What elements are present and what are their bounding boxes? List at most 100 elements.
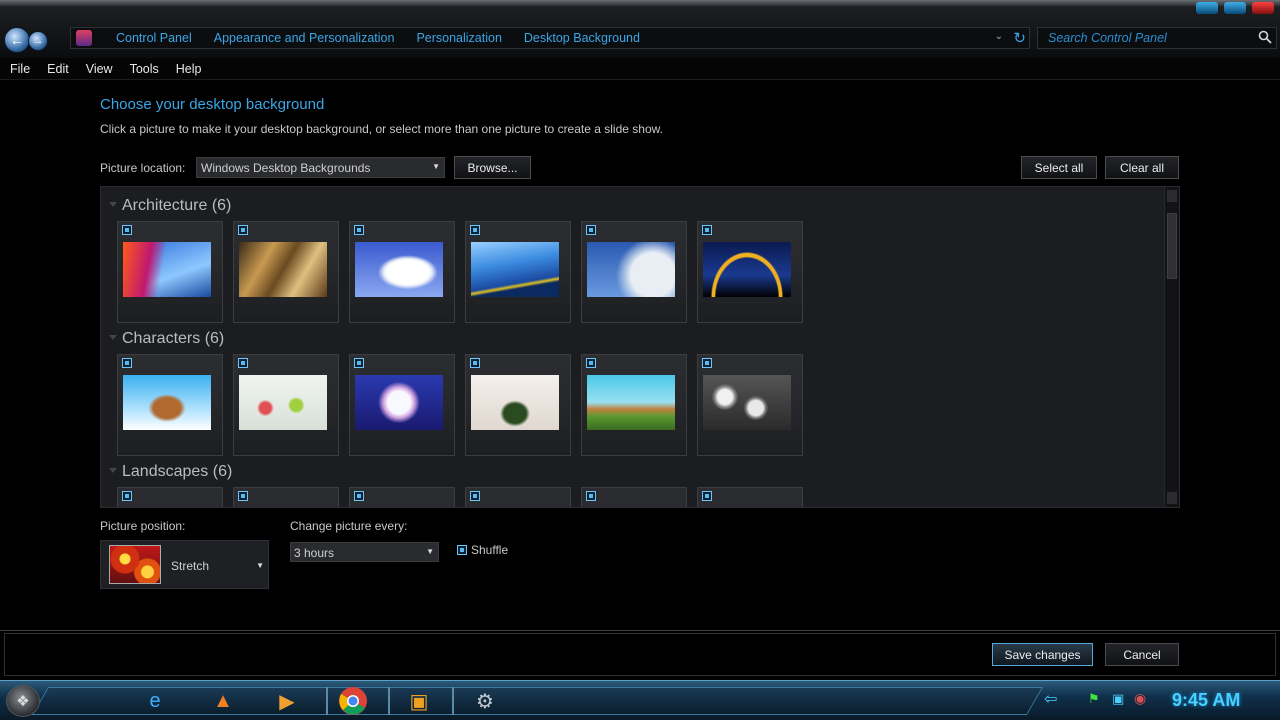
chrome-icon[interactable] <box>336 685 370 717</box>
page-description: Click a picture to make it your desktop … <box>100 122 663 136</box>
picture-location-select[interactable]: Windows Desktop Backgrounds ▼ <box>196 157 445 178</box>
wallpaper-tile[interactable] <box>465 487 571 507</box>
tile-checkbox[interactable] <box>122 358 132 368</box>
menu-help[interactable]: Help <box>176 62 202 76</box>
tile-checkbox[interactable] <box>702 358 712 368</box>
address-bar[interactable]: Control Panel Appearance and Personaliza… <box>70 27 1030 49</box>
collapse-triangle-icon[interactable] <box>109 468 117 473</box>
tile-checkbox[interactable] <box>586 225 596 235</box>
tile-checkbox[interactable] <box>702 225 712 235</box>
wallpaper-tile[interactable] <box>697 487 803 507</box>
breadcrumb-personalization[interactable]: Personalization <box>416 31 501 45</box>
select-all-button[interactable]: Select all <box>1021 156 1097 179</box>
media-app-icon[interactable]: ▲ <box>206 685 240 717</box>
menu-tools[interactable]: Tools <box>130 62 159 76</box>
tile-checkbox[interactable] <box>238 225 248 235</box>
scroll-up-button[interactable] <box>1167 190 1177 202</box>
wallpaper-tile[interactable] <box>465 354 571 456</box>
breadcrumb-control-panel[interactable]: Control Panel <box>116 31 192 45</box>
wallpaper-tile[interactable] <box>349 221 455 323</box>
search-input[interactable] <box>1038 28 1253 48</box>
tile-checkbox[interactable] <box>354 491 364 501</box>
taskbar-clock[interactable]: 9:45 AM <box>1172 690 1240 711</box>
collapse-triangle-icon[interactable] <box>109 202 117 207</box>
save-changes-button[interactable]: Save changes <box>992 643 1093 666</box>
forward-button[interactable]: → <box>28 31 48 51</box>
wallpaper-tile[interactable] <box>465 221 571 323</box>
back-button[interactable]: ← <box>4 27 30 53</box>
tile-checkbox[interactable] <box>586 491 596 501</box>
change-picture-select[interactable]: 3 hours ▼ <box>290 542 439 562</box>
tile-checkbox[interactable] <box>470 225 480 235</box>
title-bar: ← → Control Panel Appearance and Persona… <box>0 0 1280 58</box>
change-picture-value: 3 hours <box>294 546 335 560</box>
wallpaper-tile[interactable] <box>697 221 803 323</box>
search-icon[interactable] <box>1258 30 1272 44</box>
flag-icon[interactable]: ⚑ <box>1088 691 1100 707</box>
wallpaper-tile[interactable] <box>581 354 687 456</box>
group-title-landscapes[interactable]: Landscapes (6) <box>122 463 232 481</box>
wallpaper-tile[interactable] <box>117 354 223 456</box>
shuffle-checkbox[interactable] <box>457 545 467 555</box>
tray-arrow-icon[interactable]: ⇦ <box>1044 689 1057 709</box>
tile-checkbox[interactable] <box>470 358 480 368</box>
internet-explorer-icon[interactable]: e <box>138 685 172 717</box>
chrome-logo-icon <box>339 687 367 715</box>
close-button[interactable] <box>1252 2 1274 14</box>
scroll-thumb[interactable] <box>1167 213 1177 279</box>
browse-button[interactable]: Browse... <box>454 156 531 179</box>
tile-checkbox[interactable] <box>238 358 248 368</box>
window-app-icon[interactable]: ▣ <box>402 685 436 717</box>
taskbar-separator <box>326 687 328 715</box>
start-button[interactable]: ❖ <box>6 685 40 717</box>
tile-checkbox[interactable] <box>238 491 248 501</box>
dropdown-arrow-icon: ▼ <box>256 561 264 570</box>
control-panel-taskbar-icon[interactable]: ⚙ <box>468 685 502 717</box>
group-title-architecture[interactable]: Architecture (6) <box>122 197 231 215</box>
menu-file[interactable]: File <box>10 62 30 76</box>
cancel-button[interactable]: Cancel <box>1105 643 1179 666</box>
tile-checkbox[interactable] <box>354 225 364 235</box>
breadcrumb-desktop-background[interactable]: Desktop Background <box>524 31 640 45</box>
volume-icon[interactable]: ◉ <box>1134 690 1146 707</box>
clear-all-button[interactable]: Clear all <box>1105 156 1179 179</box>
wallpaper-tile[interactable] <box>233 354 339 456</box>
tile-checkbox[interactable] <box>586 358 596 368</box>
wallpaper-tile[interactable] <box>233 487 339 507</box>
wallpaper-thumbnail <box>471 242 559 297</box>
wallpaper-thumbnail <box>587 375 675 430</box>
breadcrumb-appearance[interactable]: Appearance and Personalization <box>214 31 395 45</box>
picture-position-select[interactable]: Stretch ▼ <box>100 540 269 589</box>
wallpaper-thumbnail <box>123 375 211 430</box>
group-title-characters[interactable]: Characters (6) <box>122 330 224 348</box>
tile-checkbox[interactable] <box>470 491 480 501</box>
tile-checkbox[interactable] <box>354 358 364 368</box>
shuffle-label[interactable]: Shuffle <box>471 543 508 557</box>
search-box <box>1037 27 1277 49</box>
wallpaper-tile[interactable] <box>117 487 223 507</box>
minimize-button[interactable] <box>1196 2 1218 14</box>
wallpaper-tile[interactable] <box>349 354 455 456</box>
wallpaper-tile[interactable] <box>233 221 339 323</box>
network-icon[interactable]: ▣ <box>1112 691 1124 707</box>
wallpaper-tile[interactable] <box>697 354 803 456</box>
menu-view[interactable]: View <box>86 62 113 76</box>
refresh-icon[interactable]: ↻ <box>1013 29 1026 47</box>
picture-gallery[interactable]: Architecture (6) Characters (6) Landscap… <box>100 186 1180 508</box>
wallpaper-tile[interactable] <box>581 487 687 507</box>
tile-checkbox[interactable] <box>702 491 712 501</box>
tile-checkbox[interactable] <box>122 491 132 501</box>
collapse-triangle-icon[interactable] <box>109 335 117 340</box>
scroll-down-button[interactable] <box>1167 492 1177 504</box>
wallpaper-tile[interactable] <box>349 487 455 507</box>
menu-edit[interactable]: Edit <box>47 62 69 76</box>
maximize-button[interactable] <box>1224 2 1246 14</box>
taskbar-separator <box>452 687 454 715</box>
wallpaper-tile[interactable] <box>117 221 223 323</box>
media-player-icon[interactable]: ▶ <box>270 685 304 717</box>
tile-checkbox[interactable] <box>122 225 132 235</box>
wallpaper-thumbnail <box>703 242 791 297</box>
wallpaper-tile[interactable] <box>581 221 687 323</box>
chevron-down-icon[interactable]: ⌄ <box>995 31 1003 42</box>
gallery-scrollbar[interactable] <box>1164 187 1179 507</box>
